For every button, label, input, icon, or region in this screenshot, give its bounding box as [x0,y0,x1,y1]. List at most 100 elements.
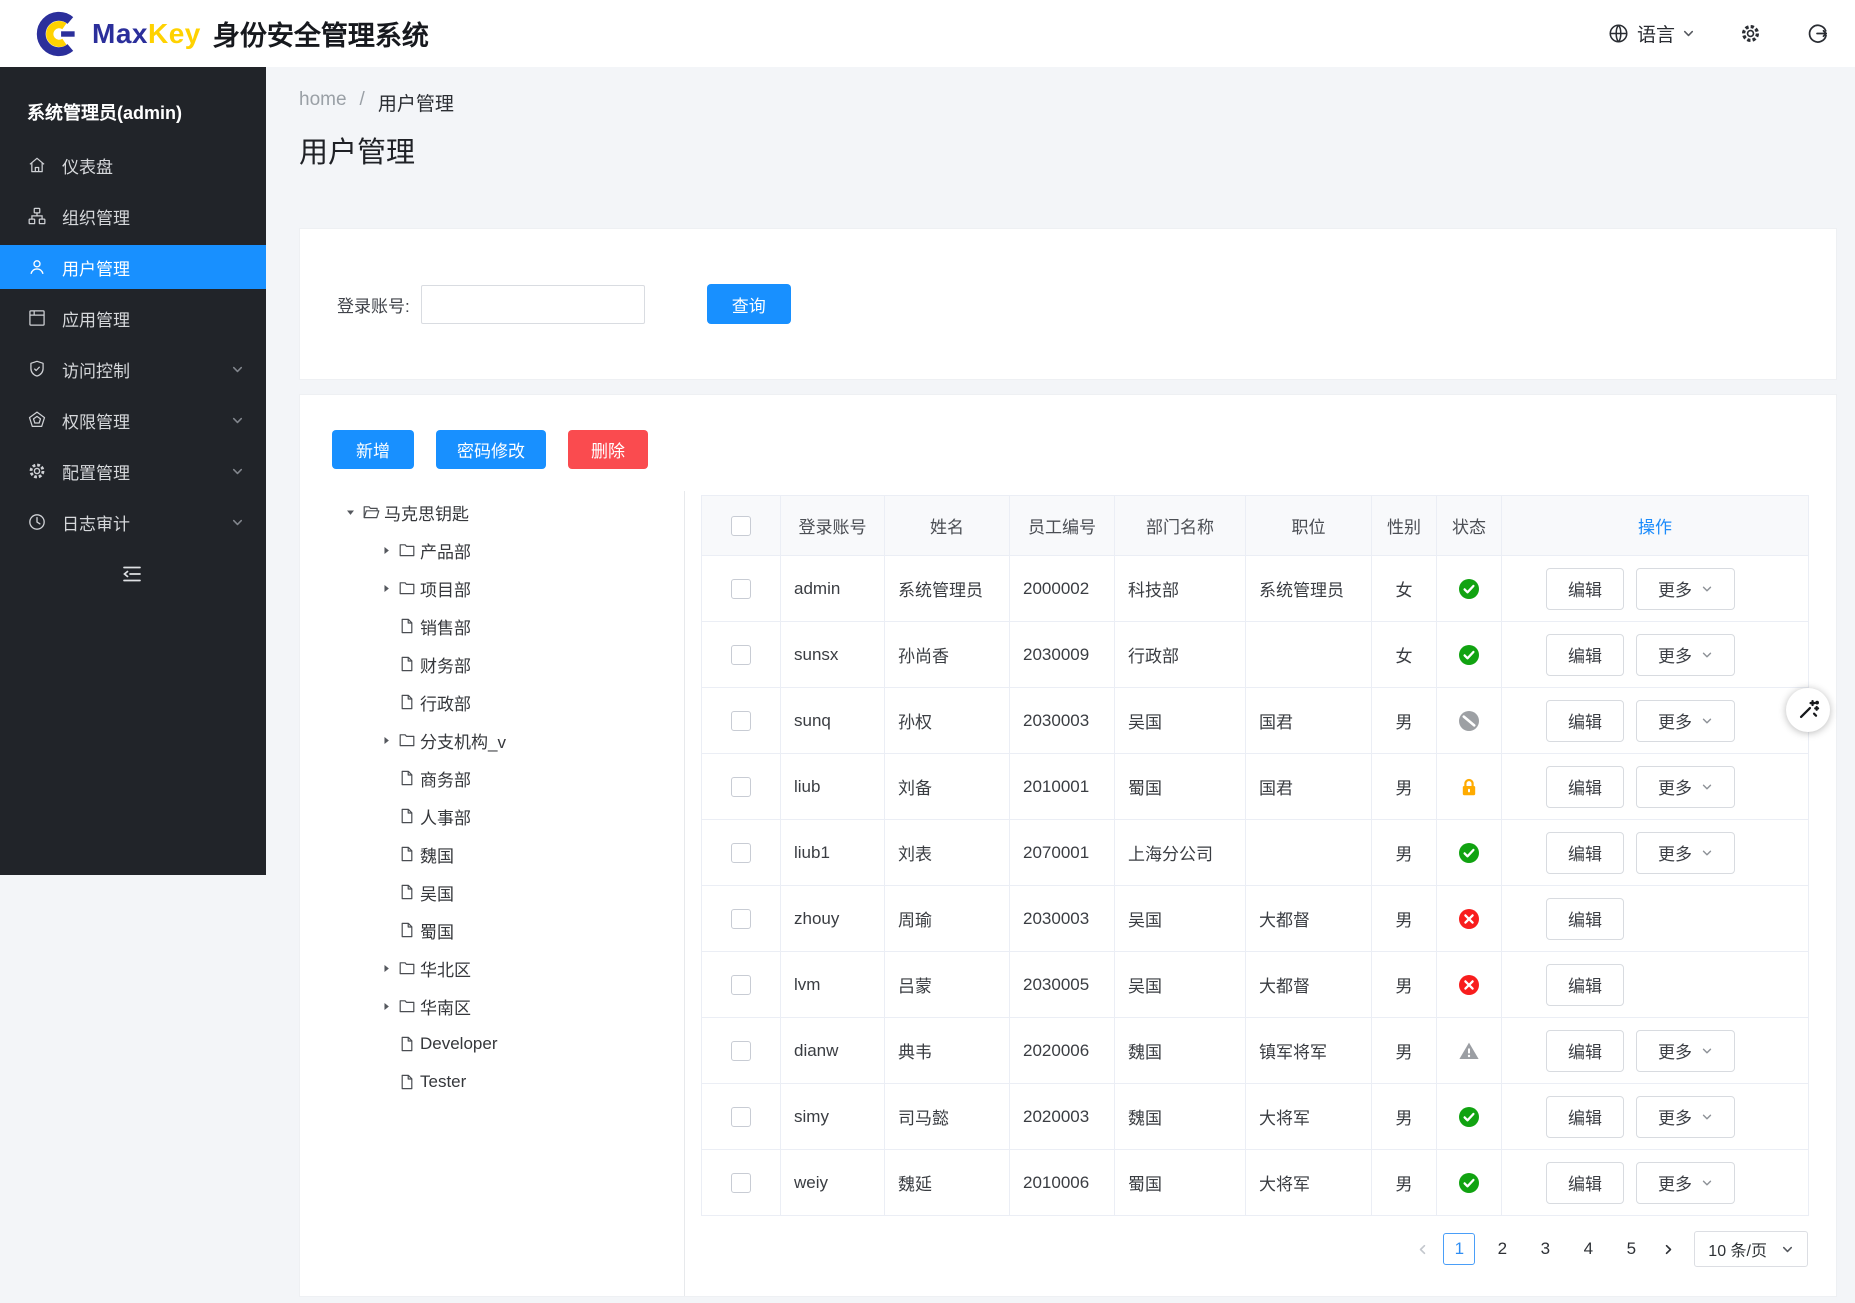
caret-down-icon[interactable] [338,507,362,518]
tree-item[interactable]: 销售部 [300,607,684,645]
more-button[interactable]: 更多 [1636,1096,1735,1138]
caret-right-icon[interactable] [374,735,398,746]
more-button[interactable]: 更多 [1636,700,1735,742]
row-checkbox[interactable] [731,1107,751,1127]
tree-item[interactable]: 魏国 [300,835,684,873]
language-switch[interactable]: 语言 [1607,20,1695,47]
product-title: 身份安全管理系统 [213,14,429,53]
edit-button[interactable]: 编辑 [1546,898,1624,940]
delete-button[interactable]: 删除 [568,430,648,469]
change-password-button[interactable]: 密码修改 [436,430,546,469]
tree-item[interactable]: 华南区 [300,987,684,1025]
row-checkbox[interactable] [731,975,751,995]
tree-item[interactable]: Tester [300,1063,684,1101]
add-user-button[interactable]: 新增 [332,430,414,469]
tree-item[interactable]: 吴国 [300,873,684,911]
row-checkbox[interactable] [731,777,751,797]
tree-item[interactable]: 项目部 [300,569,684,607]
edit-button[interactable]: 编辑 [1546,1030,1624,1072]
pagination-page-2[interactable]: 2 [1486,1233,1518,1265]
status-active-icon [1458,842,1480,864]
dashboard-icon [27,155,47,175]
magic-wand-overlay-button[interactable] [1786,688,1830,732]
cell-department: 行政部 [1115,622,1246,688]
pagination-prev-button[interactable] [1412,1233,1432,1265]
row-checkbox[interactable] [731,843,751,863]
more-button[interactable]: 更多 [1636,568,1735,610]
column-header-status: 状态 [1437,496,1502,556]
more-button[interactable]: 更多 [1636,832,1735,874]
account-search-input[interactable] [421,285,645,324]
row-checkbox[interactable] [731,711,751,731]
sidebar-item-access-control[interactable]: 访问控制 [0,347,266,391]
tree-item[interactable]: 产品部 [300,531,684,569]
tree-item[interactable]: 分支机构_v [300,721,684,759]
row-checkbox[interactable] [731,1173,751,1193]
sidebar-item-configuration[interactable]: 配置管理 [0,449,266,493]
tree-item-label: 吴国 [420,880,454,905]
select-all-checkbox[interactable] [731,516,751,536]
edit-button[interactable]: 编辑 [1546,832,1624,874]
status-error-icon [1458,908,1480,930]
tree-item[interactable]: 马克思钥匙 [300,493,684,531]
pagination-page-4[interactable]: 4 [1572,1233,1604,1265]
organization-icon [27,206,47,226]
sidebar-item-label: 权限管理 [62,408,130,433]
cell-name: 刘表 [885,820,1010,886]
more-button[interactable]: 更多 [1636,634,1735,676]
tree-item[interactable]: 行政部 [300,683,684,721]
edit-button[interactable]: 编辑 [1546,700,1624,742]
edit-button[interactable]: 编辑 [1546,766,1624,808]
sidebar-item-applications[interactable]: 应用管理 [0,296,266,340]
tree-item-label: 项目部 [420,576,471,601]
tree-item[interactable]: 商务部 [300,759,684,797]
table-row: liub1刘表2070001上海分公司男编辑更多 [702,820,1809,886]
cell-text: 系统管理员 [1259,581,1344,600]
sidebar-item-organization[interactable]: 组织管理 [0,194,266,238]
breadcrumb-home-link[interactable]: home [299,89,347,116]
edit-button[interactable]: 编辑 [1546,568,1624,610]
pagination-page-1[interactable]: 1 [1443,1233,1475,1265]
more-button[interactable]: 更多 [1636,766,1735,808]
more-button[interactable]: 更多 [1636,1030,1735,1072]
sidebar-collapse-button[interactable] [120,562,144,586]
caret-right-icon[interactable] [374,545,398,556]
logout-icon[interactable] [1806,22,1829,45]
cell-text: liub [794,777,820,796]
cell-text: 典韦 [898,1043,932,1062]
cell-position: 大将军 [1246,1084,1372,1150]
row-checkbox[interactable] [731,645,751,665]
caret-right-icon[interactable] [374,583,398,594]
more-button[interactable]: 更多 [1636,1162,1735,1204]
sidebar-item-permissions[interactable]: 权限管理 [0,398,266,442]
row-checkbox[interactable] [731,579,751,599]
tree-item[interactable]: 人事部 [300,797,684,835]
pagination-page-5[interactable]: 5 [1615,1233,1647,1265]
caret-right-icon[interactable] [374,963,398,974]
row-checkbox[interactable] [731,1041,751,1061]
caret-right-icon[interactable] [374,1001,398,1012]
edit-button[interactable]: 编辑 [1546,1096,1624,1138]
edit-button[interactable]: 编辑 [1546,964,1624,1006]
chevron-down-icon [231,465,244,478]
sidebar-item-users[interactable]: 用户管理 [0,245,266,289]
user-icon [27,257,47,277]
tree-item[interactable]: 财务部 [300,645,684,683]
tree-item[interactable]: 蜀国 [300,911,684,949]
edit-button[interactable]: 编辑 [1546,1162,1624,1204]
row-checkbox[interactable] [731,909,751,929]
tree-item-label: 产品部 [420,538,471,563]
settings-gear-icon[interactable] [1739,22,1762,45]
edit-button[interactable]: 编辑 [1546,634,1624,676]
page-size-select[interactable]: 10 条/页 [1694,1231,1808,1267]
cell-name: 吕蒙 [885,952,1010,1018]
pagination-next-button[interactable] [1658,1233,1678,1265]
pagination-page-3[interactable]: 3 [1529,1233,1561,1265]
cell-account: liub [781,754,885,820]
sidebar-item-audit-log[interactable]: 日志审计 [0,500,266,544]
tree-item[interactable]: Developer [300,1025,684,1063]
tree-item[interactable]: 华北区 [300,949,684,987]
sidebar-item-dashboard[interactable]: 仪表盘 [0,143,266,187]
button-label: 编辑 [1568,906,1602,931]
search-button[interactable]: 查询 [707,284,791,324]
